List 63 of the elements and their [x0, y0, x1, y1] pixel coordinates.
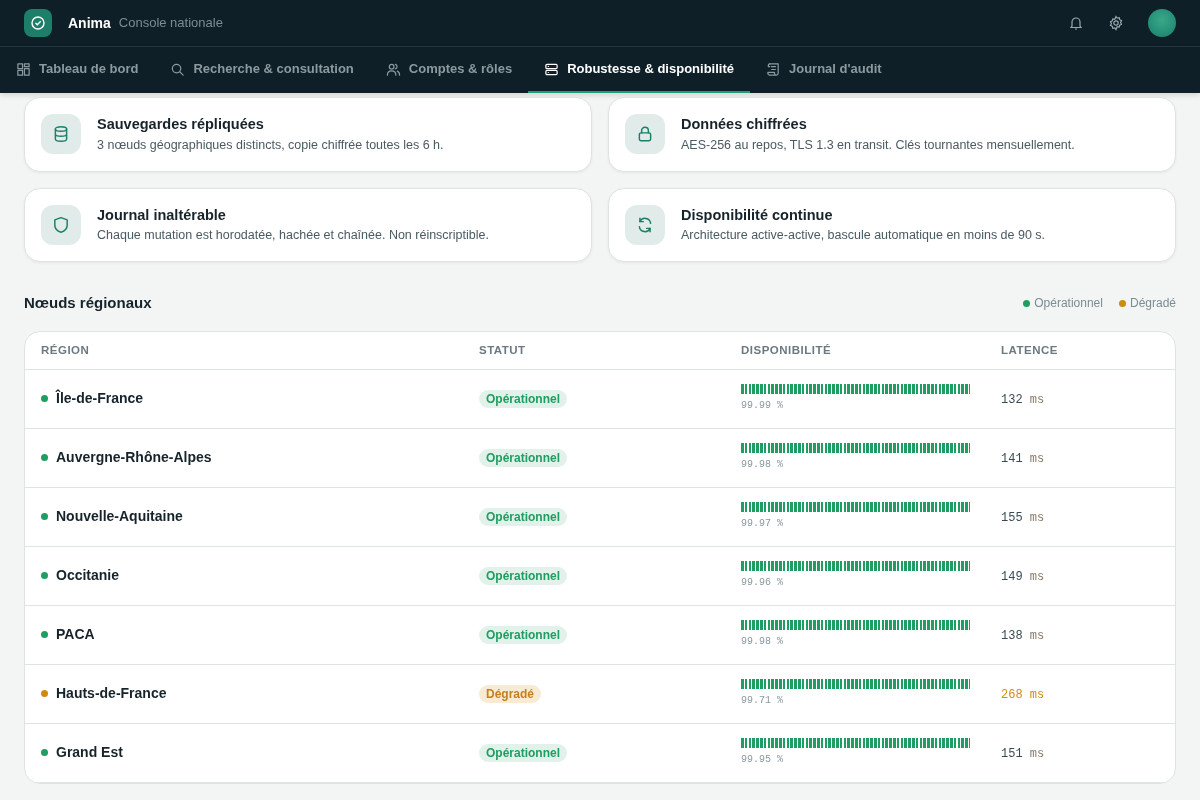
uptime-value: 99.99 %: [741, 399, 784, 414]
nav-tab[interactable]: Journal d'audit: [750, 47, 898, 93]
region-name: PACA: [56, 625, 95, 645]
status-label: Opérationnel: [479, 449, 567, 468]
status-label: Opérationnel: [479, 390, 567, 409]
grid-icon: [16, 61, 31, 77]
legend-label: Opérationnel: [1034, 295, 1103, 313]
latency-value: 268 ms: [1001, 688, 1045, 703]
avatar[interactable]: [1148, 9, 1176, 37]
status-label: Opérationnel: [479, 626, 567, 645]
app-name: Anima: [68, 13, 111, 33]
uptime-value: 99.95 %: [741, 753, 784, 768]
server-icon: [544, 61, 560, 77]
uptime-value: 99.96 %: [741, 576, 784, 591]
region-name: Occitanie: [56, 566, 120, 586]
notification-icon[interactable]: [1068, 15, 1084, 31]
region-name: Grand Est: [56, 743, 123, 763]
nav-tab[interactable]: Tableau de bord: [0, 47, 155, 93]
latency-value: 151 ms: [1001, 747, 1045, 762]
nav-tab[interactable]: Recherche & consultation: [154, 47, 370, 93]
region-name: Île-de-France: [56, 388, 144, 409]
region-name: Auvergne-Rhône-Alpes: [56, 448, 212, 468]
section-title: Nœuds régionaux: [24, 293, 152, 313]
status-label: Opérationnel: [479, 744, 567, 763]
column-header: STATUT: [478, 342, 527, 358]
column-header: RÉGION: [40, 342, 91, 358]
feature-title: Disponibilité continue: [681, 205, 834, 225]
status-label: Opérationnel: [479, 508, 567, 527]
feature-description: Chaque mutation est horodatée, hachée et chaînée. Non réinscriptible.: [97, 227, 489, 245]
latency-value: 138 ms: [1001, 629, 1045, 644]
nav-tab[interactable]: Comptes & rôles: [369, 47, 529, 93]
latency-value: 149 ms: [1001, 570, 1045, 585]
refresh-icon: [636, 215, 654, 234]
feature-title: Données chiffrées: [681, 115, 808, 134]
database-icon: [52, 125, 70, 144]
feature-description: Architecture active-active, bascule automatique en moins de 90 s.: [681, 227, 1046, 245]
status-label: Opérationnel: [479, 567, 567, 586]
users-icon: [385, 61, 401, 77]
region-name: Nouvelle-Aquitaine: [56, 507, 183, 527]
search-icon: [170, 61, 186, 77]
app-subtitle: Console nationale: [118, 14, 223, 33]
feature-description: 3 nœuds géographiques distincts, copie chiffrée toutes les 6 h.: [97, 136, 444, 154]
status-label: Dégradé: [479, 685, 542, 704]
latency-value: 132 ms: [1001, 393, 1045, 408]
feature-title: Sauvegardes répliquées: [97, 115, 265, 134]
uptime-value: 99.98 %: [741, 635, 784, 650]
logo-icon: [24, 9, 52, 37]
region-name: Hauts-de-France: [56, 684, 167, 704]
legend-label: Dégradé: [1129, 295, 1176, 313]
uptime-value: 99.98 %: [741, 458, 784, 473]
nav-tab[interactable]: Robustesse & disponibilité: [528, 47, 750, 93]
feature-description: AES-256 au repos, TLS 1.3 en transit. Clés tournantes mensuellement.: [681, 136, 1075, 154]
scroll-icon: [766, 61, 781, 77]
settings-icon[interactable]: [1108, 15, 1124, 31]
shield-icon: [52, 215, 70, 234]
latency-value: 155 ms: [1001, 511, 1045, 526]
uptime-value: 99.71 %: [741, 694, 784, 709]
column-header: LATENCE: [1000, 342, 1059, 358]
column-header: DISPONIBILITÉ: [740, 342, 833, 358]
feature-title: Journal inaltérable: [97, 205, 227, 225]
uptime-value: 99.97 %: [741, 517, 784, 532]
lock-icon: [636, 125, 654, 144]
latency-value: 141 ms: [1001, 452, 1045, 467]
